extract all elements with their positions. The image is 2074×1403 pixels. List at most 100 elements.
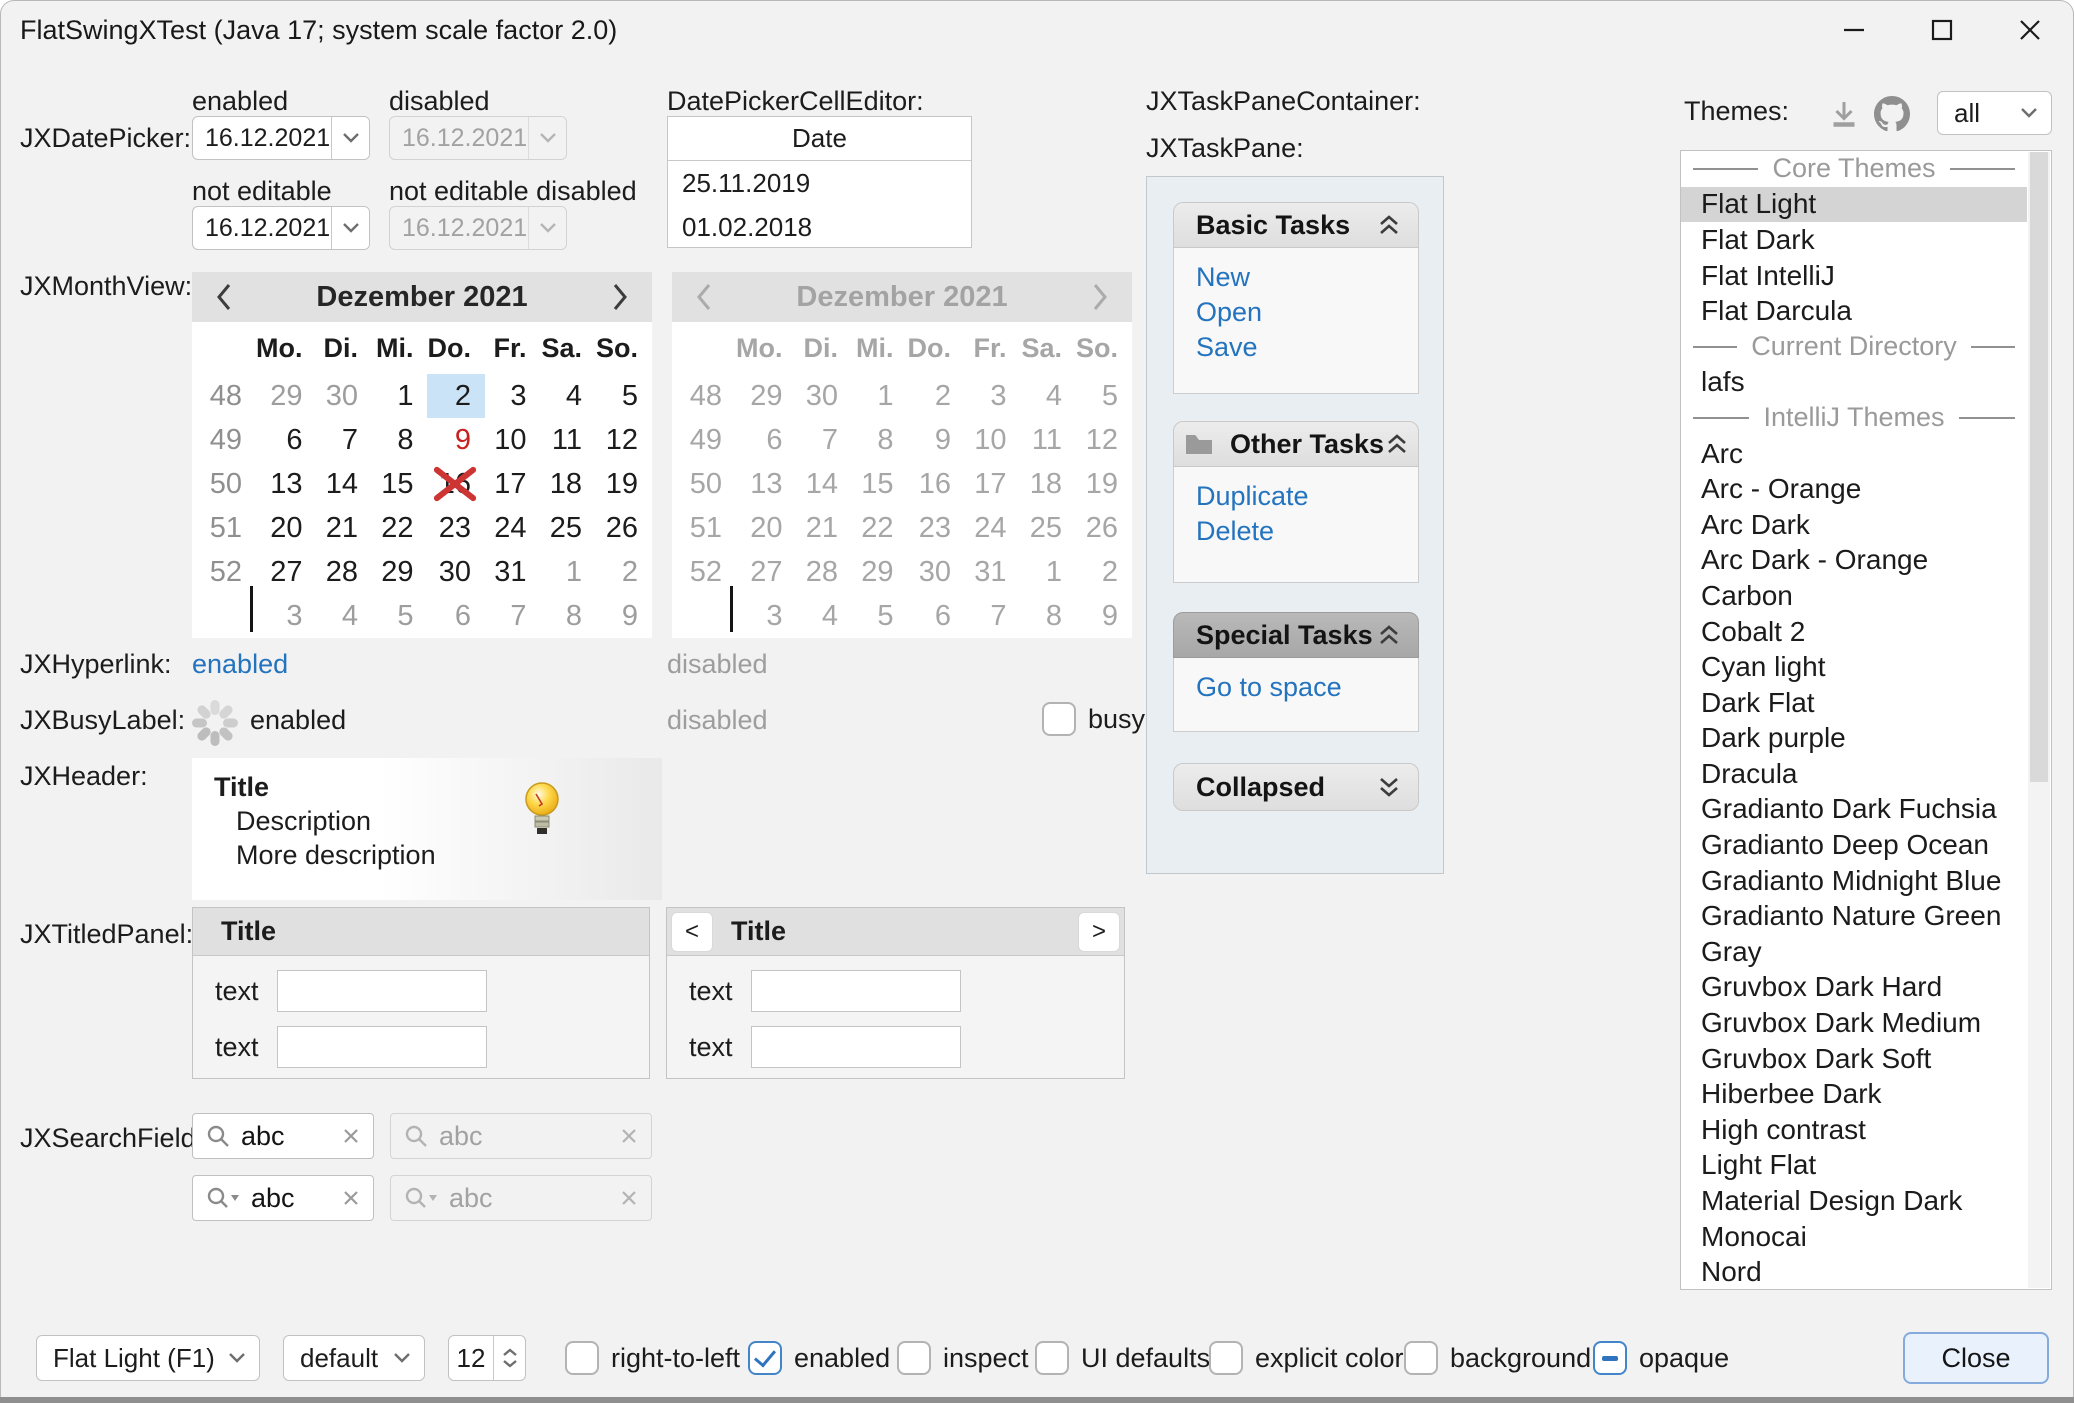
- task-link-duplicate[interactable]: Duplicate: [1196, 479, 1418, 514]
- day-cell[interactable]: 7: [485, 594, 541, 638]
- task-link-go-to-space[interactable]: Go to space: [1196, 670, 1418, 705]
- theme-item[interactable]: Cobalt 2: [1681, 614, 2027, 650]
- datepicker-dropdown-button[interactable]: [331, 117, 369, 159]
- theme-item[interactable]: Arc - Orange: [1681, 471, 2027, 507]
- table-row[interactable]: 01.02.2018: [668, 205, 971, 249]
- day-cell[interactable]: 21: [317, 506, 372, 550]
- day-cell[interactable]: 2: [427, 374, 485, 418]
- themes-filter-combo[interactable]: all: [1937, 91, 2052, 135]
- spinner-value[interactable]: 12: [449, 1336, 493, 1380]
- theme-item[interactable]: Gray: [1681, 934, 2027, 970]
- checkbox-box[interactable]: [1593, 1341, 1627, 1375]
- day-cell[interactable]: 12: [596, 418, 652, 462]
- search-input[interactable]: abc: [241, 1121, 331, 1152]
- checkbox-right-to-left[interactable]: right-to-left: [565, 1341, 740, 1375]
- task-link-open[interactable]: Open: [1196, 295, 1418, 330]
- minimize-button[interactable]: [1810, 0, 1898, 60]
- day-cell[interactable]: 22: [372, 506, 428, 550]
- theme-item[interactable]: Flat Dark: [1681, 222, 2027, 258]
- checkbox-enabled[interactable]: enabled: [748, 1341, 890, 1375]
- day-cell[interactable]: 5: [596, 374, 652, 418]
- theme-item[interactable]: Light Flat: [1681, 1148, 2027, 1184]
- task-link-new[interactable]: New: [1196, 260, 1418, 295]
- task-link-delete[interactable]: Delete: [1196, 514, 1418, 549]
- day-cell[interactable]: 29: [372, 550, 428, 594]
- theme-item[interactable]: Cyan light: [1681, 649, 2027, 685]
- day-cell[interactable]: 4: [317, 594, 372, 638]
- taskpane-header[interactable]: Collapsed: [1173, 763, 1419, 811]
- theme-item[interactable]: Gradianto Midnight Blue: [1681, 863, 2027, 899]
- text-input[interactable]: [751, 1026, 961, 1068]
- theme-item[interactable]: Dark Flat: [1681, 685, 2027, 721]
- checkbox-box[interactable]: [1209, 1341, 1243, 1375]
- text-input[interactable]: [277, 1026, 487, 1068]
- day-cell[interactable]: 5: [372, 594, 428, 638]
- theme-item[interactable]: lafs: [1681, 365, 2027, 401]
- day-cell[interactable]: 6: [256, 418, 317, 462]
- taskpane-header[interactable]: Basic Tasks: [1173, 202, 1419, 248]
- next-button[interactable]: >: [1078, 912, 1120, 952]
- datepicker-enabled[interactable]: 16.12.2021: [192, 116, 370, 160]
- hyperlink-enabled[interactable]: enabled: [192, 649, 288, 680]
- theme-item[interactable]: Gruvbox Dark Soft: [1681, 1041, 2027, 1077]
- day-cell[interactable]: 14: [317, 462, 372, 506]
- date-table[interactable]: Date 25.11.2019 01.02.2018: [667, 116, 972, 248]
- clear-icon[interactable]: [341, 1126, 361, 1146]
- theme-item[interactable]: Arc: [1681, 436, 2027, 472]
- theme-item[interactable]: Arc Dark - Orange: [1681, 543, 2027, 579]
- day-cell[interactable]: 17: [485, 462, 541, 506]
- day-cell[interactable]: 10: [485, 418, 541, 462]
- scrollbar[interactable]: [2028, 152, 2050, 1288]
- checkbox-box[interactable]: [565, 1341, 599, 1375]
- day-cell[interactable]: 27: [256, 550, 317, 594]
- datepicker-not-editable[interactable]: 16.12.2021: [192, 206, 370, 250]
- table-row[interactable]: 25.11.2019: [668, 161, 971, 205]
- checkbox-opaque[interactable]: opaque: [1593, 1341, 1729, 1375]
- day-cell[interactable]: 20: [256, 506, 317, 550]
- text-input[interactable]: [277, 970, 487, 1012]
- theme-item[interactable]: Hiberbee Dark: [1681, 1076, 2027, 1112]
- datepicker-dropdown-button[interactable]: [331, 207, 369, 249]
- day-cell[interactable]: 24: [485, 506, 541, 550]
- prev-month-icon[interactable]: [192, 272, 256, 322]
- search-field-enabled[interactable]: abc: [192, 1113, 374, 1159]
- theme-item[interactable]: Arc Dark: [1681, 507, 2027, 543]
- close-button[interactable]: Close: [1903, 1332, 2049, 1384]
- text-input[interactable]: [751, 970, 961, 1012]
- task-link-save[interactable]: Save: [1196, 330, 1418, 365]
- theme-item[interactable]: Nord: [1681, 1254, 2027, 1290]
- day-cell[interactable]: 3: [256, 594, 317, 638]
- theme-item[interactable]: Gradianto Nature Green: [1681, 898, 2027, 934]
- theme-item[interactable]: Dracula: [1681, 756, 2027, 792]
- checkbox-box[interactable]: [1404, 1341, 1438, 1375]
- theme-item[interactable]: High contrast: [1681, 1112, 2027, 1148]
- day-cell[interactable]: 9: [596, 594, 652, 638]
- day-cell[interactable]: 8: [372, 418, 428, 462]
- day-cell[interactable]: 4: [540, 374, 596, 418]
- prev-button[interactable]: <: [671, 912, 713, 952]
- font-size-spinner[interactable]: 12: [448, 1335, 526, 1381]
- day-cell[interactable]: 13: [256, 462, 317, 506]
- laf-combo[interactable]: Flat Light (F1): [36, 1335, 260, 1381]
- day-cell[interactable]: 8: [540, 594, 596, 638]
- search-input[interactable]: abc: [251, 1183, 331, 1214]
- maximize-button[interactable]: [1898, 0, 1986, 60]
- day-cell[interactable]: 2: [596, 550, 652, 594]
- theme-item[interactable]: Gruvbox Dark Medium: [1681, 1005, 2027, 1041]
- day-cell[interactable]: 18: [540, 462, 596, 506]
- day-cell[interactable]: 3: [485, 374, 541, 418]
- checkbox-box[interactable]: [1042, 702, 1076, 736]
- download-icon[interactable]: [1826, 96, 1862, 132]
- day-cell[interactable]: 1: [372, 374, 428, 418]
- theme-item[interactable]: Material Design Dark: [1681, 1183, 2027, 1219]
- day-cell[interactable]: 15: [372, 462, 428, 506]
- busy-checkbox[interactable]: busy: [1042, 702, 1145, 736]
- checkbox-box[interactable]: [748, 1341, 782, 1375]
- search-field-dropdown-enabled[interactable]: abc: [192, 1175, 374, 1221]
- spinner-buttons[interactable]: [493, 1336, 525, 1380]
- theme-item[interactable]: Flat IntelliJ: [1681, 258, 2027, 294]
- theme-item[interactable]: Gradianto Dark Fuchsia: [1681, 792, 2027, 828]
- day-cell[interactable]: 7: [317, 418, 372, 462]
- close-window-button[interactable]: [1986, 0, 2074, 60]
- table-column-header[interactable]: Date: [668, 117, 971, 161]
